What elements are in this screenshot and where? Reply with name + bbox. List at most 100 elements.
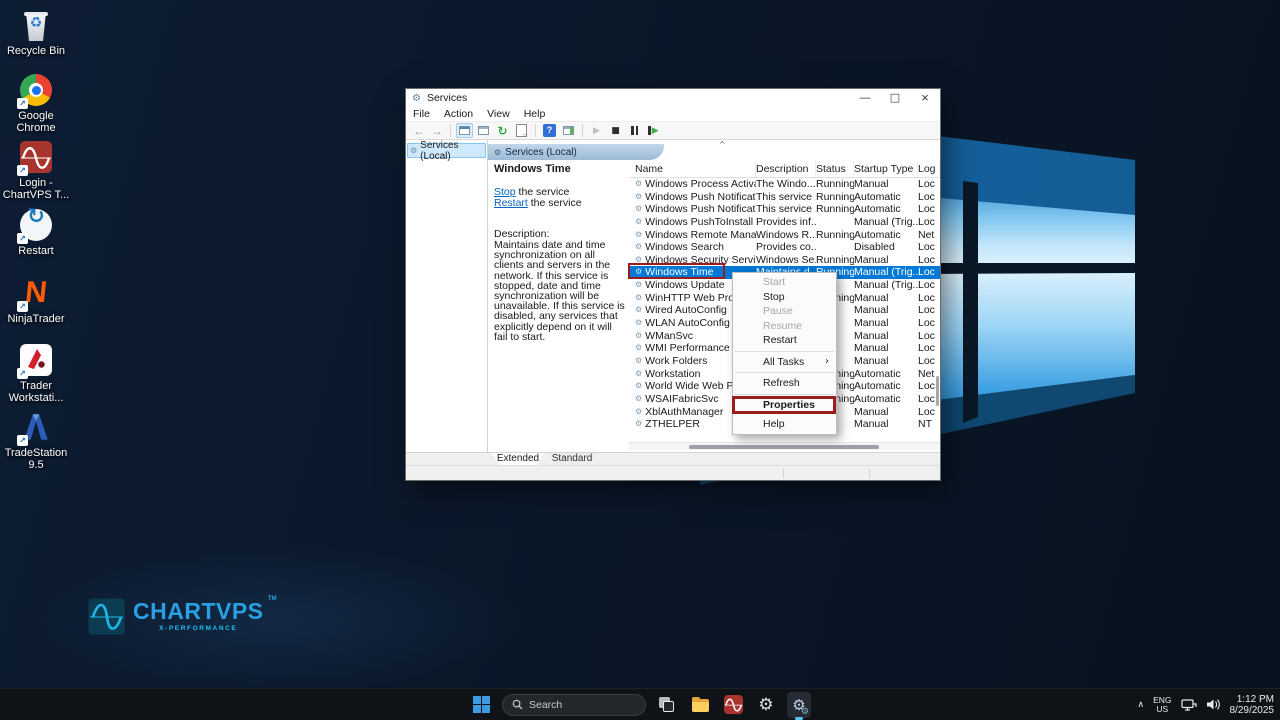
desktop-icon-tradestation[interactable]: ↗ TradeStation 9.5 [0,410,72,471]
desktop: ♻ Recycle Bin ↗ Google Chrome ↗ Login - … [0,0,1280,720]
title-bar[interactable]: ⚙ Services — □ × [406,89,940,107]
menu-action[interactable]: Action [437,108,480,120]
volume-icon[interactable] [1206,698,1221,711]
service-row-windows-search[interactable]: ⚙ Windows Search Provides co... Disabled Loc [629,241,940,254]
show-console-tree-button[interactable] [456,123,473,138]
tree-item-services-local[interactable]: ⚙ Services (Local) [407,140,486,162]
properties-toolbar-button[interactable] [475,123,492,138]
tab-standard[interactable]: Standard [546,453,598,465]
column-header-startup-type[interactable]: Startup Type [854,161,918,177]
chartvps-watermark: CHARTVPS TM X-PERFORMANCE [88,596,277,635]
context-menu-item-start: Start [763,276,786,288]
taskbar: Search ⚙ ⚙ ⚙ ∧ ENG US 1:12 PM 8/29/2025 [0,688,1280,720]
service-gear-icon: ⚙ [635,267,643,277]
recycle-bin-icon: ♻ [19,8,53,42]
refresh-toolbar-button[interactable]: ↻ [494,123,511,138]
clock[interactable]: 1:12 PM 8/29/2025 [1230,694,1275,716]
desktop-icon-google-chrome[interactable]: ↗ Google Chrome [0,73,72,134]
service-row-windows-push-notification[interactable]: ⚙Windows Push Notification...This servic… [629,203,940,216]
shortcut-arrow-icon: ↗ [17,368,28,379]
taskbar-search[interactable]: Search [502,693,646,716]
window-content: ⚙ Services (Local) ⚙ Services (Local) Wi… [406,140,940,452]
service-row-windows-process-activatio[interactable]: ⚙Windows Process Activatio...The Windo..… [629,178,940,191]
menu-help[interactable]: Help [517,108,553,120]
desktop-icon-restart[interactable]: ↻ ↗ Restart [0,206,72,257]
context-menu-item-help[interactable]: Help [733,417,836,432]
desktop-icon-login-chartvps[interactable]: ↗ Login - ChartVPS T... [0,140,72,201]
service-gear-icon: ⚙ [635,216,643,226]
context-menu-item-pause: Pause [763,305,793,317]
stop-service-link[interactable]: Stop [494,186,516,198]
column-header-description[interactable]: Description [756,161,816,177]
column-header-name[interactable]: Name [635,161,756,177]
service-description: Maintains date and time synchronization … [494,239,625,343]
restart-service-link[interactable]: Restart [494,197,528,209]
maximize-button[interactable]: □ [880,89,910,107]
show-action-pane-button[interactable] [560,123,577,138]
context-menu-item-properties[interactable]: Properties [732,395,836,414]
task-view-button[interactable] [655,693,679,717]
context-menu-item-all-tasks[interactable]: All Tasks › [733,355,836,370]
menu-bar: File Action View Help [406,107,940,122]
shortcut-arrow-icon: ↗ [17,301,28,312]
pause-service-button[interactable] [626,123,643,138]
vertical-scrollbar[interactable] [936,376,939,406]
shortcut-arrow-icon: ↗ [17,165,28,176]
service-gear-icon: ⚙ [635,204,643,214]
forward-button[interactable]: → [428,124,446,138]
service-gear-icon: ⚙ [635,191,643,201]
menu-separator [735,372,834,373]
help-toolbar-button[interactable]: ? [541,123,558,138]
active-app-indicator [795,717,803,720]
scrollbar-thumb[interactable] [689,444,879,449]
shortcut-arrow-icon: ↗ [17,233,28,244]
service-row-windows-push-notification[interactable]: ⚙Windows Push Notification...This servic… [629,191,940,204]
context-menu-item-stop[interactable]: Stop [733,290,836,305]
close-button[interactable]: × [910,89,940,107]
menu-file[interactable]: File [406,108,437,120]
chartvps-app-button[interactable] [721,693,745,717]
icon-label: Recycle Bin [6,45,66,57]
status-bar [406,465,940,480]
desktop-icon-trader-workstation[interactable]: ↗ Trader Workstati... [0,343,72,404]
service-row-windows-remote-manage[interactable]: ⚙Windows Remote Manage...Windows R...Run… [629,229,940,242]
menu-separator [735,393,834,395]
window-title: Services [426,92,468,104]
desktop-icon-recycle-bin[interactable]: ♻ Recycle Bin [0,8,72,57]
restart-service-button[interactable]: ▶ [645,123,662,138]
language-indicator[interactable]: ENG US [1153,696,1171,713]
minimize-button[interactable]: — [850,89,880,107]
stop-service-button[interactable]: ■ [607,123,624,138]
column-header-log[interactable]: Log [918,161,940,177]
back-button[interactable]: ← [410,124,428,138]
start-button[interactable] [469,693,493,717]
hidden-icons-chevron[interactable]: ∧ [1137,700,1144,710]
chartvps-logo-icon [88,598,125,635]
brand-tagline: X-PERFORMANCE [159,625,238,632]
tab-extended[interactable]: Extended [492,453,544,465]
trademark: TM [267,596,277,602]
service-row-windows-security-service[interactable]: ⚙Windows Security ServiceWindows Se...Ru… [629,254,940,267]
start-service-button[interactable]: ▶ [588,123,605,138]
menu-view[interactable]: View [480,108,517,120]
trader-workstation-icon: ↗ [17,343,53,379]
context-menu-item-restart[interactable]: Restart [733,333,836,348]
service-gear-icon: ⚙ [635,179,643,188]
services-window: ⚙ Services — □ × File Action View Help ← → … [405,88,941,481]
service-gear-icon: ⚙ [635,242,643,252]
column-header-status[interactable]: Status [816,161,854,177]
network-icon[interactable] [1180,698,1197,712]
export-list-button[interactable]: → [513,123,530,138]
services-gears-icon: ⚙ ⚙ [787,691,811,718]
file-explorer-button[interactable] [688,693,712,717]
horizontal-scrollbar[interactable] [629,442,940,450]
service-gear-icon: ⚙ [635,355,643,365]
service-row-windows-pushtoinstall-serv[interactable]: ⚙Windows PushToInstall Serv...Provides i… [629,216,940,229]
services-app-button[interactable]: ⚙ ⚙ [787,691,811,720]
context-menu-item-refresh[interactable]: Refresh [733,376,836,391]
desktop-icon-ninjatrader[interactable]: N ↗ NinjaTrader [0,276,72,325]
settings-button[interactable]: ⚙ [754,693,778,717]
service-gear-icon: ⚙ [635,280,643,290]
restart-icon: ↻ ↗ [17,206,53,244]
service-gear-icon: ⚙ [635,305,643,315]
